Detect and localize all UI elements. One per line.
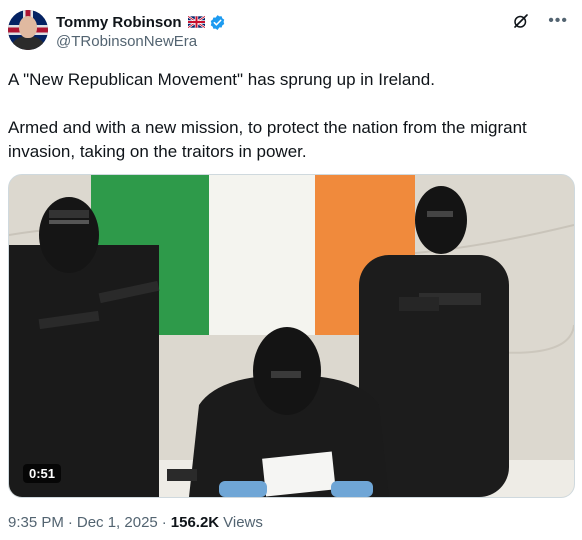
video-frame bbox=[9, 175, 574, 497]
author-handle[interactable]: @TRobinsonNewEra bbox=[56, 33, 197, 50]
views-label: Views bbox=[223, 514, 263, 531]
grok-icon[interactable] bbox=[512, 12, 530, 30]
author-name-row: Tommy Robinson bbox=[56, 12, 226, 32]
tweet-date[interactable]: Dec 1, 2025 bbox=[77, 514, 158, 531]
tweet-actions-top: ••• bbox=[512, 12, 568, 30]
author-display-name[interactable]: Tommy Robinson bbox=[56, 14, 182, 31]
flag-white-stripe bbox=[209, 175, 315, 335]
video-player[interactable]: 0:51 bbox=[8, 174, 575, 498]
video-duration: 0:51 bbox=[23, 464, 62, 483]
verified-badge-icon bbox=[210, 14, 224, 30]
more-icon[interactable]: ••• bbox=[548, 12, 568, 30]
avatar-body bbox=[12, 36, 44, 50]
author-avatar[interactable] bbox=[8, 10, 48, 50]
uk-flag-icon bbox=[187, 16, 205, 28]
views-count: 156.2K bbox=[170, 514, 220, 531]
tweet-text: A "New Republican Movement" has sprung u… bbox=[8, 68, 568, 188]
tweet-time[interactable]: 9:35 PM bbox=[8, 514, 64, 531]
tweet-paragraph: A "New Republican Movement" has sprung u… bbox=[8, 70, 435, 89]
meta-separator: · bbox=[67, 514, 73, 531]
tweet-meta: 9:35 PM · Dec 1, 2025 · 156.2K Views bbox=[8, 514, 263, 531]
avatar-face bbox=[19, 16, 37, 38]
meta-separator: · bbox=[161, 514, 167, 531]
tweet-paragraph: Armed and with a new mission, to protect… bbox=[8, 118, 527, 161]
